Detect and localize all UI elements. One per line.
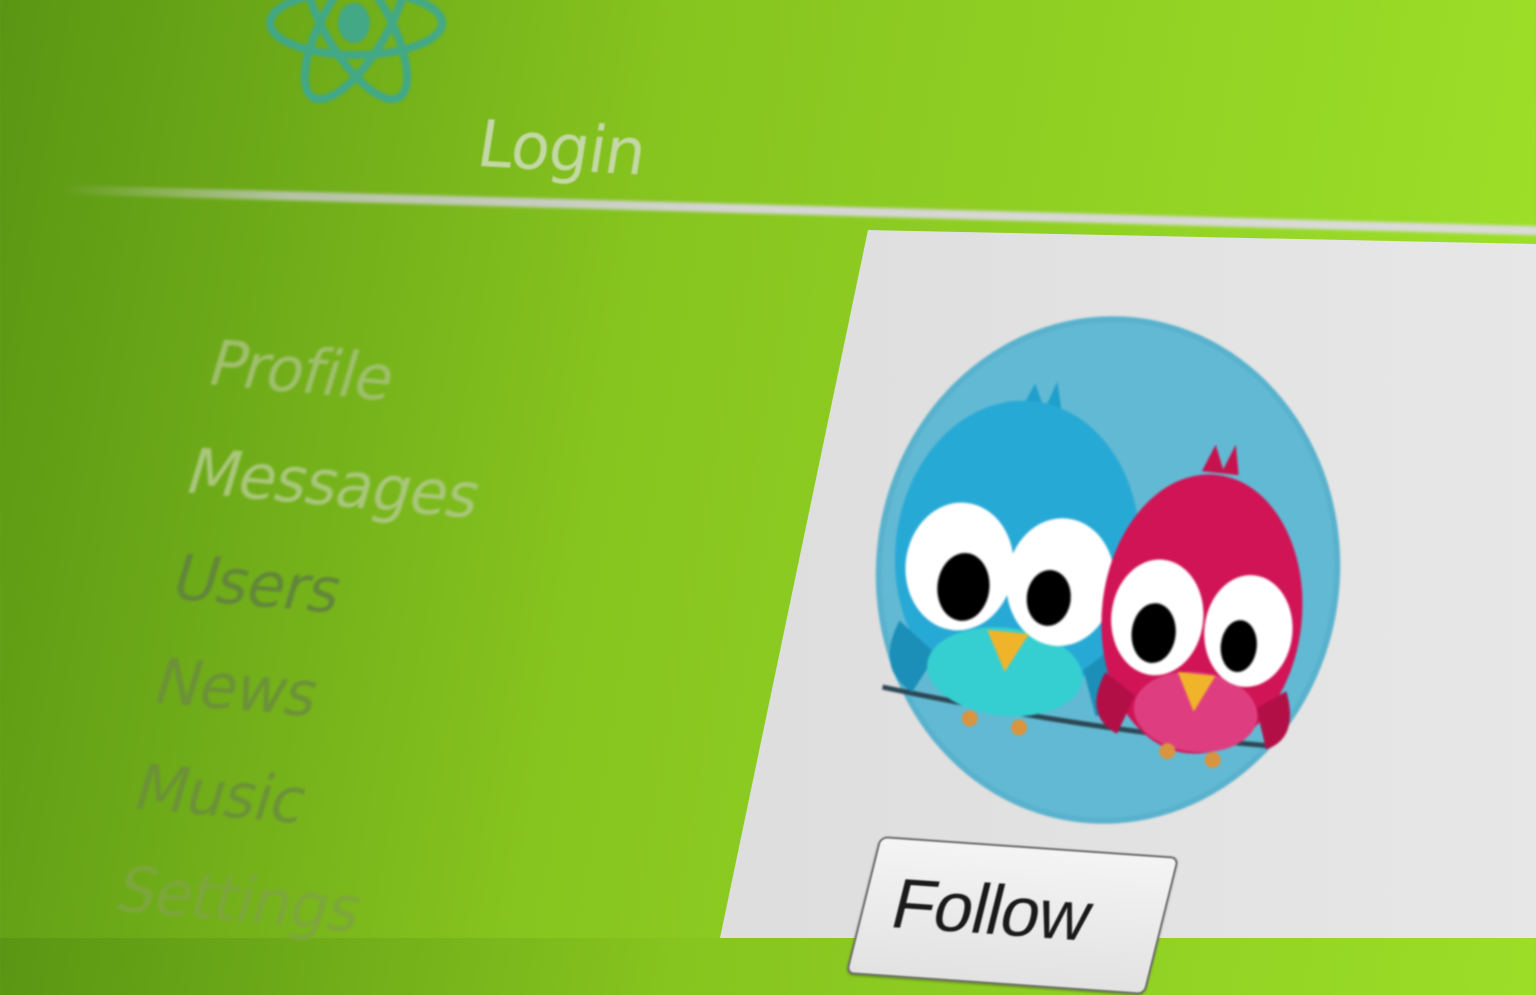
- avatar: [875, 316, 1341, 824]
- follow-button-label: Follow: [884, 864, 1100, 956]
- sidebar-item-messages[interactable]: Messages: [178, 434, 489, 533]
- sidebar-item-news[interactable]: News: [146, 644, 328, 731]
- sidebar-item-settings[interactable]: Settings: [108, 852, 371, 946]
- sidebar-item-profile[interactable]: Profile: [200, 326, 403, 415]
- follow-button[interactable]: Follow: [845, 836, 1180, 995]
- sidebar: Profile Messages Users News Music Settin…: [0, 0, 870, 946]
- sidebar-item-users[interactable]: Users: [164, 540, 351, 627]
- sidebar-item-music[interactable]: Music: [126, 750, 315, 838]
